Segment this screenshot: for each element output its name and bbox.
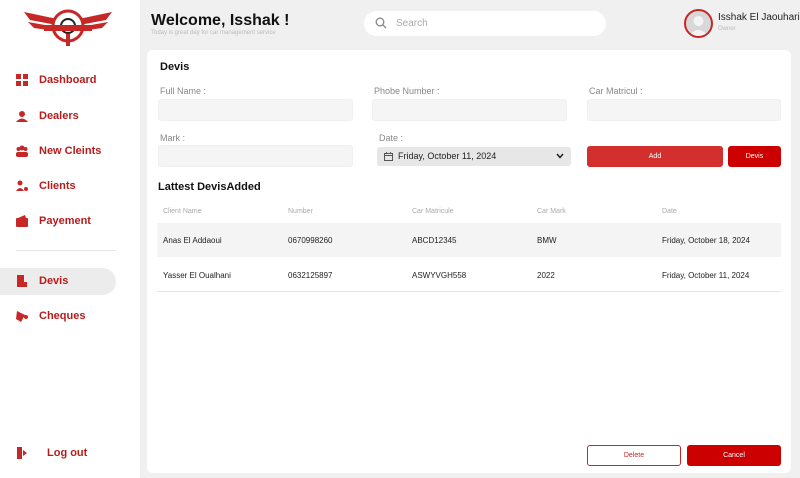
matricul-field-wrap	[587, 99, 781, 121]
document-icon	[17, 275, 27, 287]
dashboard-grid-icon	[16, 74, 28, 86]
user-name: Isshak El Jaouhari	[718, 12, 800, 23]
sidebar-item-label: Devis	[39, 275, 69, 287]
phone-field-wrap	[372, 99, 567, 121]
column-header: Client Name	[163, 208, 202, 215]
sidebar: Dashboard Dealers New Cleints Clients Pa…	[0, 0, 140, 478]
logout-button[interactable]: Log out	[0, 440, 116, 467]
column-header: Date	[662, 208, 677, 215]
welcome-subtitle: Today is great day for car management se…	[151, 30, 276, 36]
table-row[interactable]: Yasser El Oualhani 0632125897 ASWYVGH558…	[157, 258, 781, 292]
date-picker[interactable]: Friday, October 11, 2024	[377, 147, 571, 166]
form-title: Devis	[160, 61, 190, 73]
cell-car-matricule: ABCD12345	[412, 236, 457, 245]
sidebar-item-label: Dealers	[39, 110, 79, 122]
sidebar-item-devis[interactable]: Devis	[0, 268, 116, 295]
chevron-down-icon	[556, 153, 564, 159]
garage-logo	[22, 6, 114, 50]
matricul-field[interactable]	[588, 100, 780, 120]
new-clients-icon	[16, 145, 28, 157]
clients-icon	[16, 180, 28, 191]
column-header: Number	[288, 208, 313, 215]
cancel-button[interactable]: Cancel	[687, 445, 781, 466]
column-header: Car Matricule	[412, 208, 454, 215]
avatar[interactable]	[684, 9, 713, 38]
sidebar-item-payement[interactable]: Payement	[0, 208, 116, 235]
cell-number: 0670998260	[288, 236, 333, 245]
sidebar-item-dashboard[interactable]: Dashboard	[0, 67, 116, 94]
full-name-field[interactable]	[159, 100, 352, 120]
cell-client-name: Yasser El Oualhani	[163, 271, 231, 280]
logout-label: Log out	[47, 447, 88, 459]
sidebar-item-new-clients[interactable]: New Cleints	[0, 138, 116, 165]
date-label: Date :	[379, 133, 404, 143]
mark-label: Mark :	[160, 133, 186, 143]
add-button[interactable]: Add	[587, 146, 723, 167]
table-row[interactable]: Anas El Addaoui 0670998260 ABCD12345 BMW…	[157, 223, 781, 257]
phone-label: Phobe Number :	[374, 86, 440, 96]
column-header: Car Mark	[537, 208, 566, 215]
sidebar-item-dealers[interactable]: Dealers	[0, 103, 116, 130]
dealers-icon	[16, 111, 28, 122]
user-role: Owner	[718, 26, 736, 32]
full-name-field-wrap	[158, 99, 353, 121]
devis-button[interactable]: Devis	[728, 146, 781, 167]
cell-number: 0632125897	[288, 271, 333, 280]
mark-field[interactable]	[159, 146, 352, 166]
table-title: Lattest DevisAdded	[158, 181, 261, 193]
cell-car-mark: BMW	[537, 236, 557, 245]
mark-field-wrap	[158, 145, 353, 167]
cell-date: Friday, October 18, 2024	[662, 236, 750, 245]
welcome-title: Welcome, Isshak !	[151, 12, 290, 29]
sidebar-item-label: New Cleints	[39, 145, 102, 157]
sidebar-item-label: Cheques	[39, 310, 86, 322]
cell-car-mark: 2022	[537, 271, 555, 280]
sidebar-item-clients[interactable]: Clients	[0, 173, 116, 200]
search-bar[interactable]	[364, 11, 606, 36]
logout-icon	[17, 447, 27, 459]
phone-field[interactable]	[373, 100, 566, 120]
cell-date: Friday, October 11, 2024	[662, 271, 750, 280]
search-icon	[375, 17, 387, 29]
date-value: Friday, October 11, 2024	[398, 151, 497, 161]
sidebar-item-label: Payement	[39, 215, 91, 227]
search-input[interactable]	[396, 15, 596, 32]
sidebar-item-label: Dashboard	[39, 74, 97, 86]
cheque-icon	[16, 311, 28, 322]
wallet-icon	[16, 215, 28, 227]
cell-car-matricule: ASWYVGH558	[412, 271, 467, 280]
cell-client-name: Anas El Addaoui	[163, 236, 222, 245]
user-avatar-icon	[689, 16, 708, 36]
delete-button[interactable]: Delete	[587, 445, 681, 466]
sidebar-item-label: Clients	[39, 180, 76, 192]
sidebar-item-cheques[interactable]: Cheques	[0, 303, 116, 330]
full-name-label: Full Name :	[160, 86, 207, 96]
sidebar-divider	[16, 250, 116, 251]
calendar-icon	[384, 152, 393, 161]
matricul-label: Car Matricul :	[589, 86, 643, 96]
